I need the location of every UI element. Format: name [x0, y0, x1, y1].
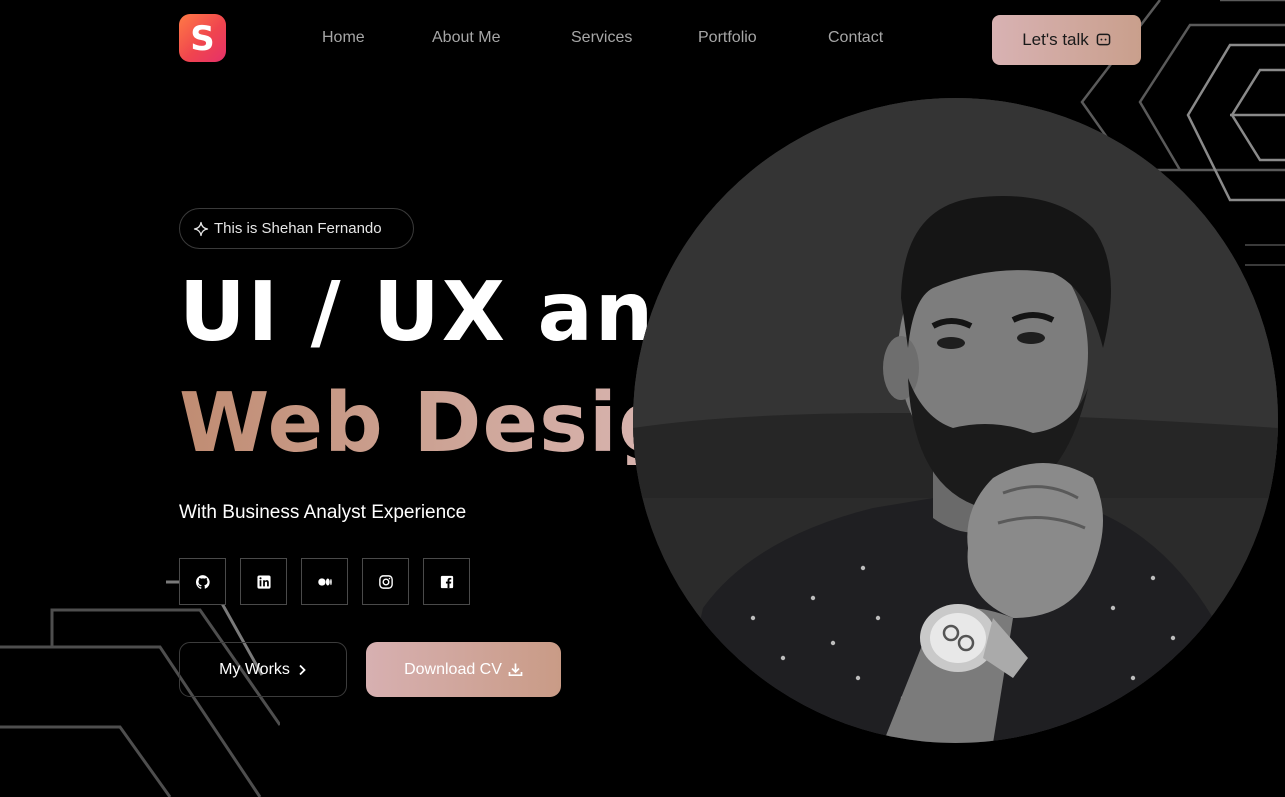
github-icon — [195, 574, 210, 589]
my-works-button[interactable]: My Works — [179, 642, 347, 697]
intro-badge: This is Shehan Fernando — [179, 208, 414, 249]
nav-about-me[interactable]: About Me — [432, 29, 500, 47]
facebook-icon — [440, 575, 453, 588]
nav-contact[interactable]: Contact — [828, 29, 883, 47]
facebook-link[interactable] — [423, 558, 470, 605]
instagram-icon — [378, 574, 393, 589]
intro-badge-text: This is Shehan Fernando — [214, 220, 382, 237]
download-icon — [508, 663, 523, 677]
medium-link[interactable] — [301, 558, 348, 605]
landing-page: S Home About Me Services Portfolio Conta… — [0, 0, 1285, 797]
linkedin-link[interactable] — [240, 558, 287, 605]
instagram-link[interactable] — [362, 558, 409, 605]
chevron-right-icon — [299, 664, 306, 675]
download-cv-button[interactable]: Download CV — [366, 642, 561, 697]
portrait-illustration — [633, 98, 1278, 743]
lets-talk-button[interactable]: Let's talk — [992, 15, 1141, 65]
hero-title-line1: UI / UX and — [179, 265, 716, 360]
nav-home[interactable]: Home — [322, 29, 365, 47]
download-cv-label: Download CV — [404, 660, 502, 678]
profile-photo — [633, 98, 1278, 743]
medium-icon — [317, 577, 332, 586]
logo-letter: S — [190, 18, 215, 59]
lets-talk-label: Let's talk — [1022, 30, 1089, 49]
linkedin-icon — [256, 574, 271, 589]
sparkle-icon — [193, 221, 209, 236]
chat-icon — [1096, 33, 1111, 46]
github-link[interactable] — [179, 558, 226, 605]
nav-portfolio[interactable]: Portfolio — [698, 29, 757, 47]
hero-tagline: With Business Analyst Experience — [179, 502, 467, 523]
logo[interactable]: S — [179, 14, 226, 62]
my-works-label: My Works — [219, 660, 290, 678]
nav-services[interactable]: Services — [571, 29, 632, 47]
